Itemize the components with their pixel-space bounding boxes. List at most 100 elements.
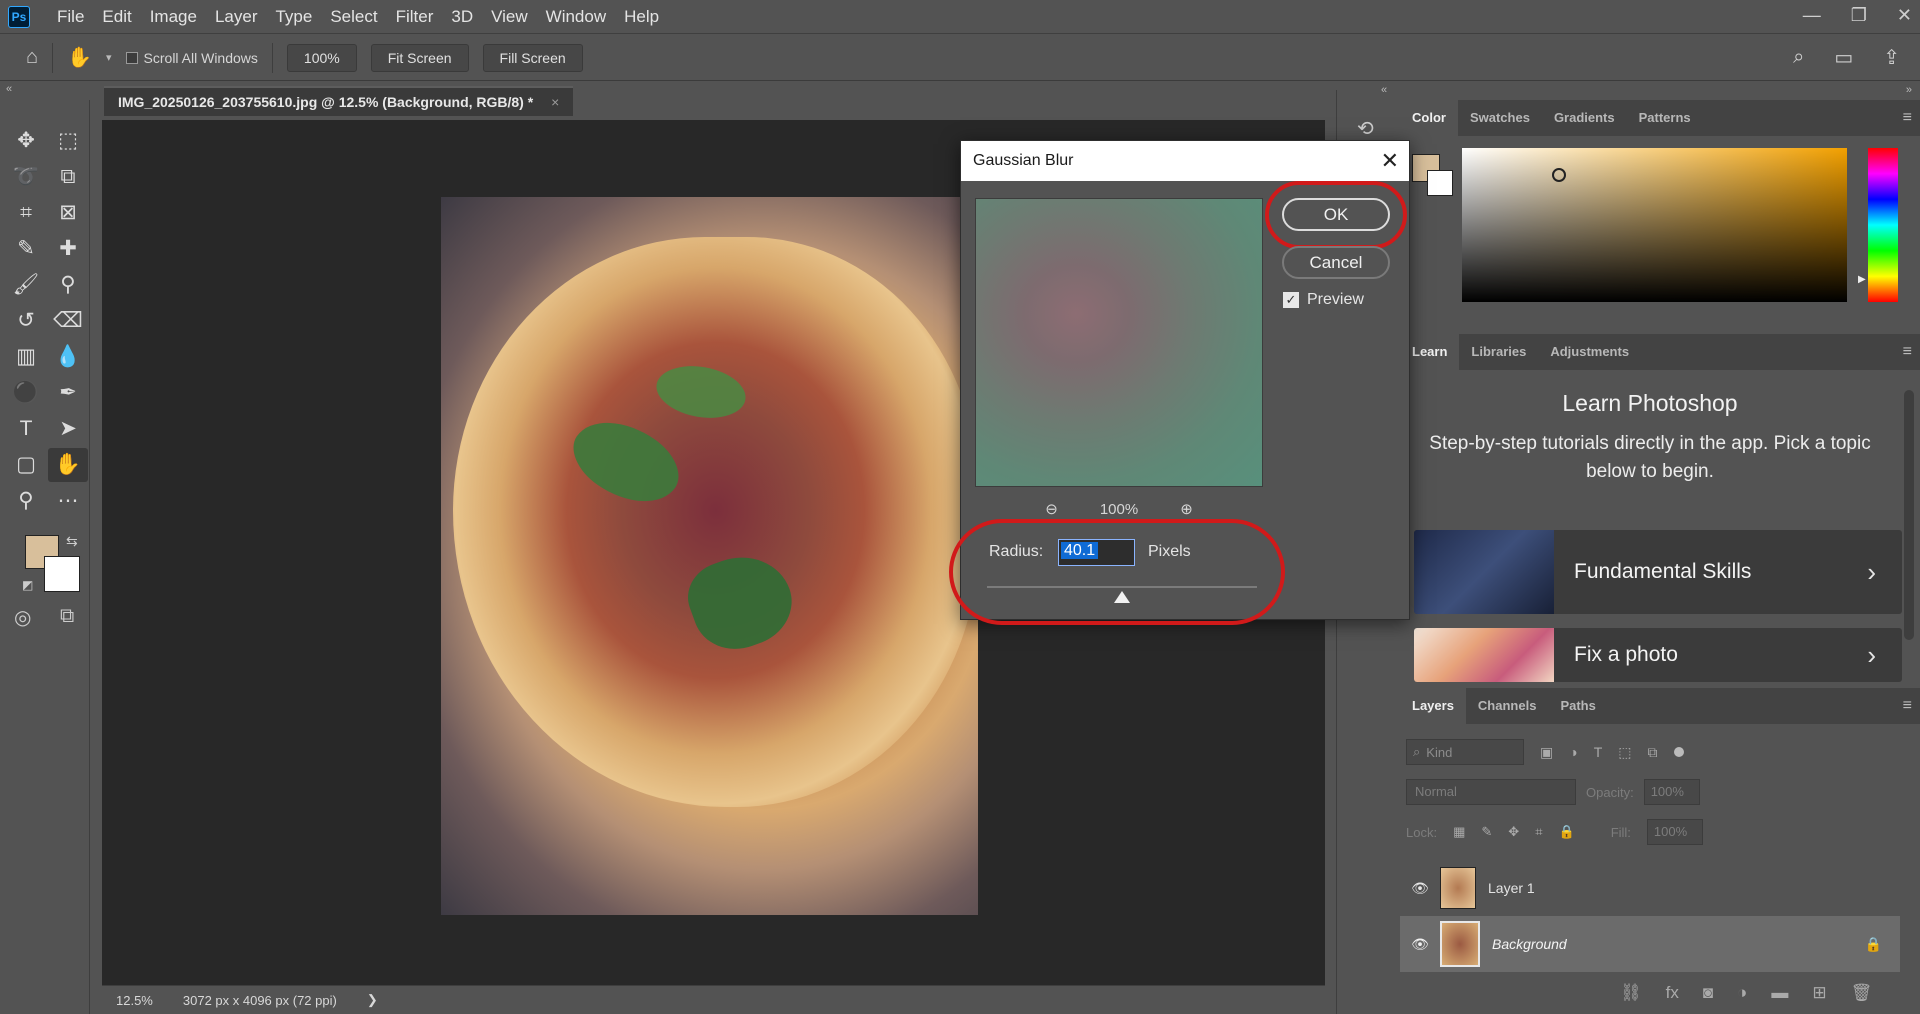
lock-position-icon[interactable]: ✥ [1508, 824, 1519, 840]
blur-preview[interactable] [975, 198, 1263, 487]
preview-option[interactable]: ✓ Preview [1283, 291, 1364, 309]
lock-transparent-icon[interactable]: ▦ [1453, 824, 1465, 840]
layer-filter-kind[interactable]: ⌕ Kind [1406, 739, 1524, 765]
menu-edit[interactable]: Edit [93, 0, 140, 34]
dodge-tool-icon[interactable]: ⚫ [6, 376, 46, 410]
eye-icon[interactable]: 👁 [1400, 880, 1440, 897]
expand-panels-icon[interactable]: « [1381, 84, 1387, 96]
learn-card-fundamental-skills[interactable]: Fundamental Skills › [1414, 530, 1902, 614]
layer-name[interactable]: Background [1492, 936, 1865, 952]
clone-stamp-tool-icon[interactable]: ⚲ [48, 268, 88, 302]
search-icon[interactable]: ⌕ [1793, 46, 1804, 69]
type-tool-icon[interactable]: T [6, 412, 46, 446]
swap-colors-icon[interactable]: ⇆ [66, 533, 78, 550]
tab-channels[interactable]: Channels [1466, 688, 1549, 724]
healing-brush-tool-icon[interactable]: ✚ [48, 232, 88, 266]
filter-toggle-icon[interactable] [1673, 747, 1684, 757]
crop-tool-icon[interactable]: ⌗ [6, 196, 46, 230]
screen-mode-icon[interactable]: ⧉ [60, 605, 74, 628]
menu-layer[interactable]: Layer [206, 0, 267, 34]
lock-image-icon[interactable]: ✎ [1481, 824, 1492, 840]
color-picker-cursor[interactable] [1552, 168, 1566, 182]
hue-slider-handle[interactable]: ▶ [1858, 274, 1866, 285]
cancel-button[interactable]: Cancel [1282, 246, 1390, 279]
quick-mask-icon[interactable]: ◎ [14, 605, 31, 630]
preview-checkbox[interactable]: ✓ [1283, 292, 1299, 308]
menu-help[interactable]: Help [615, 0, 668, 34]
gradient-tool-icon[interactable]: ▥ [6, 340, 46, 374]
workspace-icon[interactable]: ▭ [1834, 45, 1853, 70]
history-icon[interactable]: ⟲ [1357, 116, 1374, 141]
default-colors-icon[interactable]: ◩ [22, 578, 33, 592]
filter-smart-object-icon[interactable]: ⧉ [1648, 744, 1658, 761]
lasso-tool-icon[interactable]: ➰ [6, 160, 46, 194]
panel-menu-icon[interactable]: ≡ [1903, 697, 1912, 715]
filter-shape-icon[interactable]: ⬚ [1618, 744, 1631, 761]
lock-artboard-icon[interactable]: ⌗ [1535, 824, 1542, 840]
layer-name[interactable]: Layer 1 [1488, 880, 1535, 896]
tab-swatches[interactable]: Swatches [1458, 100, 1542, 136]
close-icon[interactable]: ✕ [1381, 141, 1399, 181]
fill-input[interactable]: 100% [1646, 819, 1703, 845]
learn-card-fix-a-photo[interactable]: Fix a photo › [1414, 628, 1902, 682]
collapse-right-icon[interactable]: » [1906, 84, 1912, 96]
hue-slider[interactable] [1868, 148, 1898, 302]
menu-image[interactable]: Image [141, 0, 206, 34]
layer-row[interactable]: 👁 Layer 1 [1400, 860, 1900, 916]
object-select-tool-icon[interactable]: ⧉ [48, 160, 88, 194]
minimize-icon[interactable]: — [1803, 5, 1821, 26]
filter-adjustment-icon[interactable]: ◑ [1569, 744, 1577, 760]
menu-type[interactable]: Type [266, 0, 321, 34]
eyedropper-tool-icon[interactable]: ✎ [6, 232, 46, 266]
filter-pixel-icon[interactable]: ▣ [1540, 744, 1553, 761]
menu-select[interactable]: Select [321, 0, 386, 34]
close-tab-icon[interactable]: × [551, 94, 559, 110]
status-expand-icon[interactable]: ❯ [367, 992, 378, 1008]
path-select-tool-icon[interactable]: ➤ [48, 412, 88, 446]
link-layers-icon[interactable]: ⛓ [1620, 983, 1642, 1003]
color-panel-background[interactable] [1427, 170, 1453, 196]
zoom-tool-icon[interactable]: ⚲ [6, 484, 46, 518]
pizza-photo[interactable] [441, 197, 978, 915]
status-zoom[interactable]: 12.5% [116, 993, 153, 1008]
home-icon[interactable]: ⌂ [26, 46, 38, 69]
collapse-panels-icon[interactable]: « [6, 83, 12, 95]
document-tab[interactable]: IMG_20250126_203755610.jpg @ 12.5% (Back… [104, 86, 574, 116]
pen-tool-icon[interactable]: ✒ [48, 376, 88, 410]
menu-file[interactable]: File [48, 0, 93, 34]
zoom-100-button[interactable]: 100% [286, 43, 357, 72]
more-tools-icon[interactable]: ⋯ [48, 484, 88, 518]
frame-tool-icon[interactable]: ⊠ [48, 196, 88, 230]
zoom-out-icon[interactable]: ⊖ [1045, 500, 1058, 518]
tab-color[interactable]: Color [1400, 100, 1458, 136]
fit-screen-button[interactable]: Fit Screen [370, 43, 469, 72]
marquee-tool-icon[interactable]: ⬚ [48, 124, 88, 158]
blend-mode-select[interactable]: Normal [1406, 779, 1576, 805]
new-layer-icon[interactable]: ⊞ [1812, 983, 1826, 1003]
menu-filter[interactable]: Filter [387, 0, 443, 34]
restore-icon[interactable]: ❐ [1851, 5, 1867, 26]
chevron-down-icon[interactable]: ▾ [106, 51, 112, 64]
hand-tool-icon[interactable]: ✋ [48, 448, 88, 482]
history-brush-tool-icon[interactable]: ↺ [6, 304, 46, 338]
zoom-in-icon[interactable]: ⊕ [1180, 500, 1193, 518]
fill-screen-button[interactable]: Fill Screen [482, 43, 583, 72]
tab-adjustments[interactable]: Adjustments [1538, 334, 1641, 370]
opacity-input[interactable]: 100% [1643, 779, 1700, 805]
tab-gradients[interactable]: Gradients [1542, 100, 1627, 136]
layer-row-selected[interactable]: 👁 Background 🔒 [1400, 916, 1900, 972]
eye-icon[interactable]: 👁 [1400, 936, 1440, 953]
add-mask-icon[interactable]: ◙ [1703, 983, 1713, 1003]
panel-menu-icon[interactable]: ≡ [1903, 109, 1912, 127]
learn-scrollbar[interactable] [1904, 390, 1914, 640]
lock-all-icon[interactable]: 🔒 [1559, 824, 1575, 840]
brush-tool-icon[interactable]: 🖌 [6, 268, 46, 302]
menu-window[interactable]: Window [537, 0, 615, 34]
shape-tool-icon[interactable]: ▢ [6, 448, 46, 482]
background-color-swatch[interactable] [44, 556, 80, 592]
group-icon[interactable]: ▬ [1771, 983, 1788, 1003]
tab-libraries[interactable]: Libraries [1459, 334, 1538, 370]
move-tool-icon[interactable]: ✥ [6, 124, 46, 158]
hand-tool-icon[interactable]: ✋ [67, 45, 92, 70]
eraser-tool-icon[interactable]: ⌫ [48, 304, 88, 338]
